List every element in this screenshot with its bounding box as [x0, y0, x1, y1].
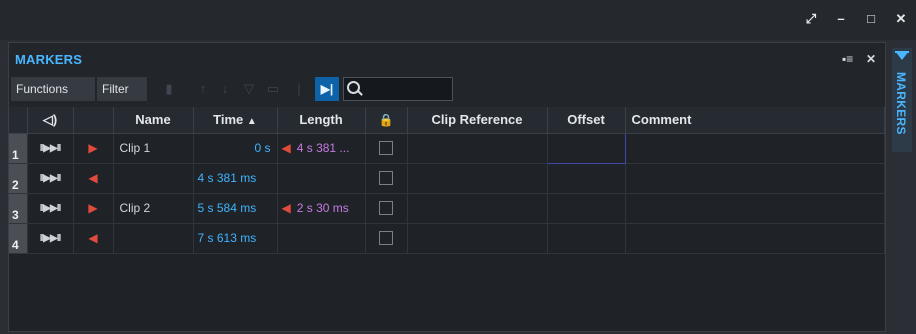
play-range-icon[interactable]: II▶▶II	[27, 193, 74, 224]
comment-cell[interactable]	[625, 223, 885, 254]
marker-name[interactable]	[113, 163, 194, 194]
markers-table: ◁) Name Time ▲ Length 🔒 Clip Reference O…	[9, 107, 885, 331]
markers-panel: MARKERS ▪≡ ✕ Functions Filter ▮ ↑ ↓ ▽ ▭ …	[8, 42, 886, 332]
play-range-icon[interactable]: II▶▶II	[27, 163, 74, 194]
sort-ascending-icon: ▲	[246, 116, 257, 128]
marker-name[interactable]: Clip 2	[113, 193, 194, 224]
play-range-icon[interactable]: II▶▶II	[27, 223, 74, 254]
filter-button[interactable]: Filter	[97, 77, 147, 101]
delete-icon[interactable]: ▮	[159, 79, 179, 99]
filter-funnel-icon[interactable]: ▽	[239, 79, 259, 99]
time-column-header[interactable]: Time ▲	[193, 107, 278, 134]
offset-column-header[interactable]: Offset	[547, 107, 626, 134]
region-end-marker-icon: ◀	[281, 201, 291, 215]
marker-length[interactable]	[277, 223, 366, 254]
marker-name[interactable]	[113, 223, 194, 254]
offset-cell[interactable]	[546, 132, 626, 164]
comment-cell[interactable]	[625, 193, 885, 224]
clip-reference-cell[interactable]	[407, 163, 548, 194]
row-number: 3	[9, 193, 28, 224]
lock-checkbox[interactable]	[379, 201, 393, 216]
lock-checkbox[interactable]	[379, 171, 393, 186]
separator-icon: |	[297, 81, 301, 96]
close-icon[interactable]: ✕	[894, 12, 908, 26]
speaker-icon[interactable]: ◁)	[27, 107, 74, 134]
lock-icon[interactable]: 🔒	[365, 107, 408, 134]
pin-icon[interactable]	[895, 51, 909, 60]
clip-reference-column-header[interactable]: Clip Reference	[407, 107, 548, 134]
lock-checkbox[interactable]	[379, 231, 393, 246]
row-number: 1	[9, 133, 28, 164]
move-down-icon[interactable]: ↓	[215, 79, 235, 99]
window-titlebar: ⤢ – □ ✕	[0, 0, 916, 40]
row-number: 2	[9, 163, 28, 194]
rownum-header	[9, 107, 28, 134]
toolbar: Functions Filter ▮ ↑ ↓ ▽ ▭ | ▶|	[9, 75, 885, 103]
lock-cell	[365, 193, 408, 224]
comment-cell[interactable]	[625, 133, 885, 164]
region-start-marker-icon[interactable]: ▶	[73, 193, 114, 224]
table-row[interactable]: 4 II▶▶II ◀ 7 s 613 ms	[9, 223, 885, 254]
search-input[interactable]	[364, 80, 452, 100]
marker-type-header[interactable]	[73, 107, 114, 134]
functions-button[interactable]: Functions	[11, 77, 95, 101]
comment-cell[interactable]	[625, 163, 885, 194]
window-controls: ⤢ – □ ✕	[804, 12, 908, 26]
name-column-header[interactable]: Name	[113, 107, 194, 134]
clip-reference-cell[interactable]	[407, 223, 548, 254]
table-row[interactable]: 1 II▶▶II ▶ Clip 1 0 s ◀ 4 s 381 ...	[9, 132, 885, 164]
region-start-marker-icon[interactable]: ▶	[73, 133, 114, 164]
table-header-row: ◁) Name Time ▲ Length 🔒 Clip Reference O…	[9, 107, 885, 134]
offset-cell[interactable]	[547, 163, 626, 194]
panel-menu-icon[interactable]: ▪≡	[842, 52, 853, 66]
side-tab-label: MARKERS	[894, 72, 908, 135]
marker-time[interactable]: 5 s 584 ms	[193, 193, 278, 224]
panel-close-icon[interactable]: ✕	[866, 52, 876, 66]
clip-reference-cell[interactable]	[407, 193, 548, 224]
length-column-header[interactable]: Length	[277, 107, 366, 134]
marker-name[interactable]: Clip 1	[113, 133, 194, 164]
marker-length[interactable]: ◀ 4 s 381 ...	[277, 133, 366, 164]
marker-length[interactable]: ◀ 2 s 30 ms	[277, 193, 366, 224]
clip-reference-cell[interactable]	[407, 133, 548, 164]
marker-time[interactable]: 0 s	[193, 133, 278, 164]
panel-header: MARKERS ▪≡ ✕	[9, 43, 885, 73]
maximize-icon[interactable]: □	[864, 12, 878, 26]
link-icon[interactable]: ▭	[263, 79, 283, 99]
marker-time[interactable]: 7 s 613 ms	[193, 223, 278, 254]
offset-cell[interactable]	[547, 223, 626, 254]
length-value: 4 s 381 ...	[296, 141, 350, 155]
panel-title: MARKERS	[15, 52, 83, 67]
lock-checkbox[interactable]	[379, 141, 393, 156]
comment-column-header[interactable]: Comment	[625, 107, 885, 134]
lock-cell	[365, 133, 408, 164]
move-up-icon[interactable]: ↑	[193, 79, 213, 99]
search-icon	[347, 81, 360, 94]
restore-icon[interactable]: ⤢	[804, 12, 818, 26]
time-header-label: Time	[213, 112, 244, 128]
length-value: 2 s 30 ms	[296, 201, 349, 215]
play-range-icon[interactable]: II▶▶II	[27, 133, 74, 164]
region-end-marker-icon: ◀	[281, 141, 291, 155]
table-row[interactable]: 3 II▶▶II ▶ Clip 2 5 s 584 ms ◀ 2 s 30 ms	[9, 193, 885, 224]
lock-cell	[365, 223, 408, 254]
minimize-icon[interactable]: –	[834, 12, 848, 26]
region-end-marker-icon[interactable]: ◀	[73, 223, 114, 254]
marker-time[interactable]: 4 s 381 ms	[193, 163, 278, 194]
region-end-marker-icon[interactable]: ◀	[73, 163, 114, 194]
marker-length[interactable]	[277, 163, 366, 194]
markers-side-tab[interactable]: MARKERS	[892, 48, 912, 152]
search-box[interactable]	[343, 77, 453, 101]
row-number: 4	[9, 223, 28, 254]
lock-cell	[365, 163, 408, 194]
table-row[interactable]: 2 II▶▶II ◀ 4 s 381 ms	[9, 163, 885, 194]
follow-cursor-icon[interactable]: ▶|	[315, 77, 339, 101]
offset-cell[interactable]	[547, 193, 626, 224]
